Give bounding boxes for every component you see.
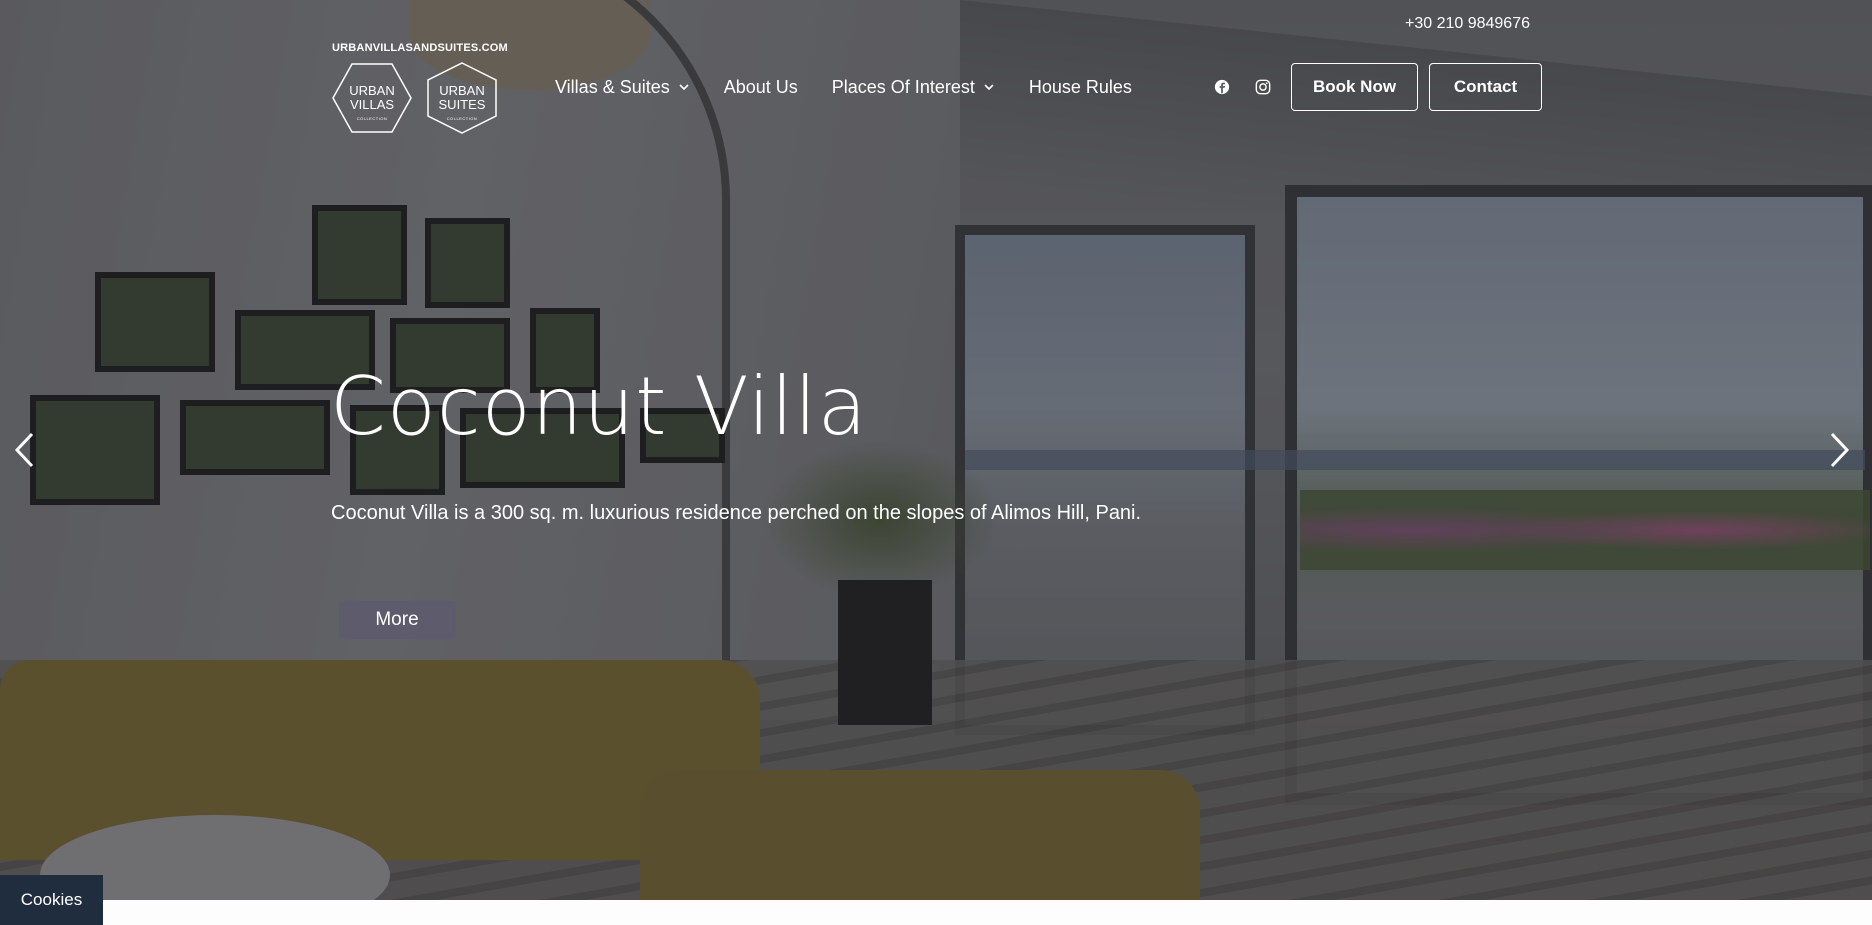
chevron-left-icon[interactable] [12, 430, 38, 470]
chevron-down-icon [984, 84, 994, 91]
logo-suites-line2: SUITES [438, 97, 486, 112]
phone-number-link[interactable]: +30 210 9849676 [1350, 15, 1530, 33]
logo-domain-text: URBANVILLASANDSUITES.COM [332, 42, 508, 54]
hero-title: Coconut Villa [330, 360, 868, 453]
hero-overlay [0, 0, 1872, 900]
page-bottom-strip [0, 900, 1872, 925]
more-button[interactable]: More [339, 601, 455, 639]
nav-item-label: Villas & Suites [555, 76, 670, 97]
chevron-right-icon[interactable] [1826, 430, 1852, 470]
contact-button[interactable]: Contact [1429, 63, 1542, 111]
nav-item-label: About Us [723, 76, 798, 97]
main-nav: Villas & Suites About Us Places Of Inter… [555, 72, 1166, 102]
nav-item-about-us[interactable]: About Us [724, 77, 798, 98]
facebook-icon[interactable] [1213, 78, 1231, 96]
logo-suites-line1: URBAN [439, 83, 485, 98]
logo-villas-collection: COLLECTION [356, 116, 388, 121]
nav-item-label: Places Of Interest [831, 76, 975, 97]
instagram-icon[interactable] [1254, 78, 1272, 96]
urban-villas-logo: URBAN VILLAS COLLECTION [332, 62, 412, 134]
hero-subtitle: Coconut Villa is a 300 sq. m. luxurious … [331, 502, 1142, 524]
chevron-down-icon [679, 84, 689, 91]
site-logo[interactable]: URBANVILLASANDSUITES.COM URBAN VILLAS CO… [332, 42, 508, 134]
cookies-button[interactable]: Cookies [0, 875, 103, 925]
book-now-button[interactable]: Book Now [1291, 63, 1418, 111]
nav-item-places-of-interest[interactable]: Places Of Interest [832, 77, 995, 98]
nav-item-house-rules[interactable]: House Rules [1029, 77, 1132, 98]
nav-item-villas-suites[interactable]: Villas & Suites [555, 77, 690, 98]
logo-suites-collection: COLLECTION [446, 116, 478, 121]
logo-villas-line2: VILLAS [349, 97, 395, 112]
urban-suites-logo: URBAN SUITES COLLECTION [422, 62, 502, 134]
nav-item-label: House Rules [1028, 76, 1132, 97]
hero-slider [0, 0, 1872, 900]
logo-villas-line1: URBAN [349, 83, 395, 98]
